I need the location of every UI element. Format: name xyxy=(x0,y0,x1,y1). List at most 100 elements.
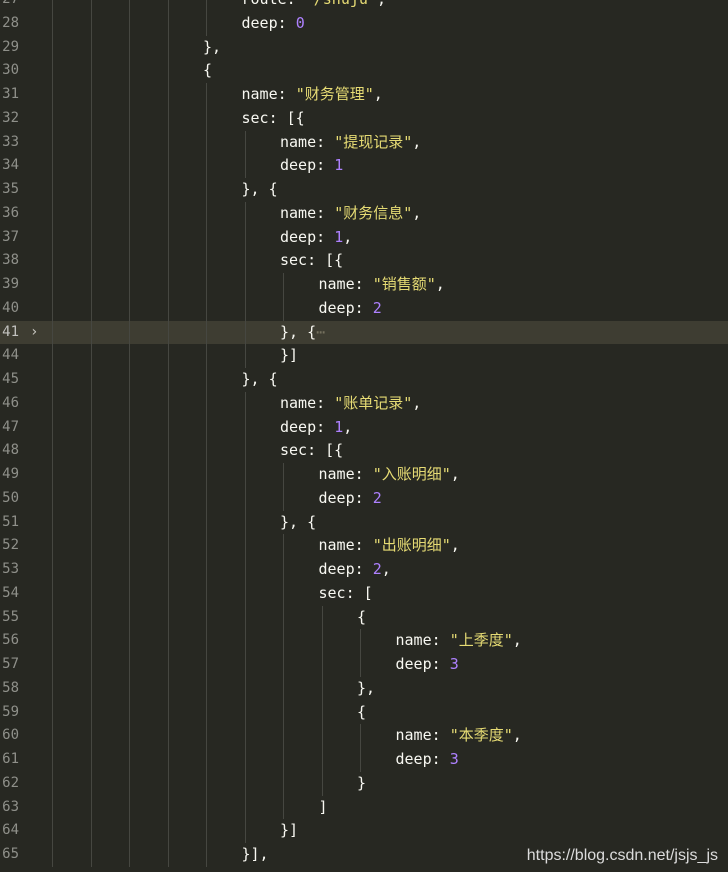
indent-guide xyxy=(52,629,53,653)
indent-guide xyxy=(244,605,246,630)
indent-guide xyxy=(167,273,169,297)
indent-guide xyxy=(90,771,92,796)
indent-guide xyxy=(206,581,207,606)
code-line[interactable]: 41 ›}, {⋯ xyxy=(0,320,728,345)
code-string: "销售额" xyxy=(372,275,436,293)
code-punct: : xyxy=(431,726,450,745)
code-string: "提现记录" xyxy=(334,132,413,151)
indent-guide xyxy=(360,724,361,748)
code-line[interactable]: 28 deep: 0 xyxy=(0,11,728,36)
indent-guide xyxy=(129,130,130,155)
code-line[interactable]: 64}] xyxy=(0,819,728,843)
code-key: deep xyxy=(395,750,432,768)
code-text: }, { xyxy=(280,511,316,535)
indent-guide xyxy=(90,320,92,345)
code-text: } xyxy=(357,772,366,796)
indent-guide xyxy=(283,724,284,748)
code-line[interactable]: 36 name: "财务信息", xyxy=(0,201,728,226)
code-key: sec xyxy=(280,251,308,270)
indent-guide xyxy=(52,154,53,178)
code-key: sec xyxy=(318,583,346,602)
code-line[interactable]: 30 { xyxy=(0,59,728,83)
code-line[interactable]: 57 deep: 3 xyxy=(0,653,728,677)
code-line[interactable]: 38 sec: [{ xyxy=(0,249,728,273)
code-line[interactable]: 51 }, { xyxy=(0,510,728,535)
code-line[interactable]: 58}, xyxy=(0,676,728,701)
indent-guide xyxy=(90,605,92,630)
code-line[interactable]: 56 name: "上季度", xyxy=(0,629,728,653)
indent-guide xyxy=(206,11,207,36)
fold-chevron-icon[interactable]: › xyxy=(30,321,38,345)
indent-guide xyxy=(129,178,130,202)
code-line[interactable]: 27 route: "/shuju", xyxy=(0,0,728,12)
code-line[interactable]: 60 name: "本季度", xyxy=(0,724,728,748)
indent-guide xyxy=(90,629,92,653)
code-number: 3 xyxy=(449,655,459,673)
code-text: sec: [{ xyxy=(242,107,305,131)
code-line[interactable]: 54 sec: [ xyxy=(0,581,728,606)
code-line[interactable]: 49 name: "入账明细", xyxy=(0,463,728,487)
code-line[interactable]: 45}, { xyxy=(0,368,728,392)
indent-guide xyxy=(244,344,246,368)
code-key: name xyxy=(318,275,355,293)
code-punct: : xyxy=(431,655,450,673)
indent-guide xyxy=(52,700,53,725)
code-text: }, { xyxy=(242,368,278,392)
code-line[interactable]: 61 deep: 3 xyxy=(0,748,728,772)
indent-guide xyxy=(283,700,284,725)
indent-guide xyxy=(167,201,169,226)
code-line[interactable]: 29}, xyxy=(0,35,728,60)
code-line[interactable]: 52 name: "出账明细", xyxy=(0,534,728,558)
indent-guide xyxy=(167,178,169,202)
indent-guide xyxy=(360,653,361,677)
indent-guide xyxy=(283,273,284,297)
indent-guide xyxy=(52,439,53,463)
code-text: name: "销售额", xyxy=(319,273,445,297)
indent-guide xyxy=(167,296,169,321)
indent-guide xyxy=(129,819,130,843)
indent-guide xyxy=(129,296,130,321)
indent-guide xyxy=(129,581,130,606)
code-text: { xyxy=(357,606,366,630)
indent-guide xyxy=(129,534,130,558)
line-number: 57 xyxy=(2,656,19,672)
indent-guide xyxy=(167,415,169,440)
indent-guide xyxy=(52,795,53,820)
code-line[interactable]: 47 deep: 1, xyxy=(0,415,728,440)
indent-guide xyxy=(244,795,246,820)
code-line[interactable]: 33 name: "提现记录", xyxy=(0,130,728,155)
code-line[interactable]: 50 deep: 2 xyxy=(0,486,728,511)
code-line[interactable]: 39 name: "销售额", xyxy=(0,273,728,297)
code-line[interactable]: 34 deep: 1 xyxy=(0,154,728,178)
code-punct: , xyxy=(512,631,522,650)
line-number: 61 xyxy=(2,751,19,767)
code-line[interactable]: 35}, { xyxy=(0,178,728,202)
code-line[interactable]: 40 deep: 2 xyxy=(0,296,728,321)
code-text: deep: 0 xyxy=(242,12,305,36)
code-line[interactable]: 53 deep: 2, xyxy=(0,558,728,582)
code-punct: , xyxy=(412,393,422,412)
code-editor[interactable]: 27route: "/shuju",28deep: 029},30{31name… xyxy=(0,0,728,867)
code-line[interactable]: 44}] xyxy=(0,344,728,368)
indent-guide xyxy=(129,605,130,630)
code-punct: : xyxy=(316,417,335,436)
indent-guide xyxy=(167,653,169,677)
code-number: 1 xyxy=(334,417,344,436)
indent-guide xyxy=(90,296,92,321)
line-number: 51 xyxy=(2,513,19,530)
indent-guide xyxy=(90,273,92,297)
code-punct: , xyxy=(343,417,353,436)
code-punct: , xyxy=(343,227,353,246)
code-line[interactable]: 59 { xyxy=(0,700,728,725)
code-line[interactable]: 62} xyxy=(0,771,728,796)
code-line[interactable]: 31 name: "财务管理", xyxy=(0,83,728,107)
code-line[interactable]: 55 { xyxy=(0,605,728,630)
indent-guide xyxy=(90,106,92,131)
code-line[interactable]: 37 deep: 1, xyxy=(0,225,728,250)
code-line[interactable]: 63] xyxy=(0,795,728,820)
code-line[interactable]: 48 sec: [{ xyxy=(0,439,728,463)
indent-guide xyxy=(52,225,53,250)
code-line[interactable]: 46 name: "账单记录", xyxy=(0,391,728,416)
code-line[interactable]: 32 sec: [{ xyxy=(0,106,728,131)
indent-guide xyxy=(167,510,169,535)
